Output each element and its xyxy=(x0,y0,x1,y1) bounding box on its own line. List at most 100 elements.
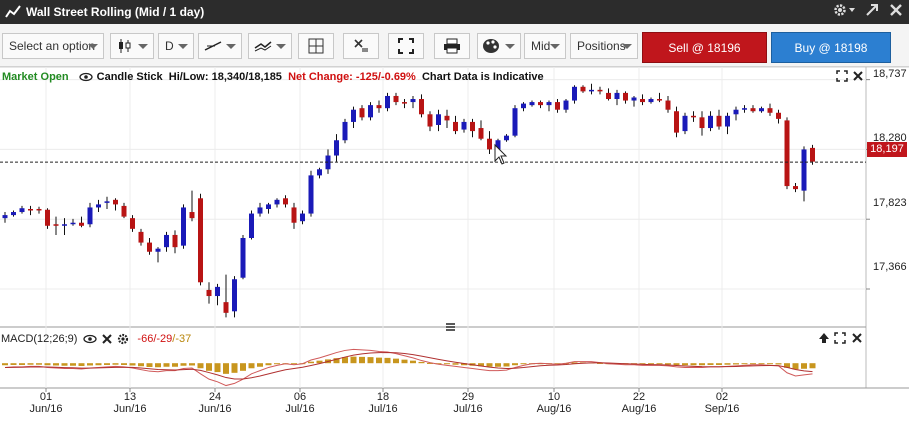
drawing-tools-select[interactable] xyxy=(198,33,242,59)
macd-histogram-bar xyxy=(724,363,731,365)
candle-down xyxy=(555,102,560,110)
macd-histogram-bar xyxy=(282,363,289,365)
candle-down xyxy=(79,222,84,226)
eye-icon[interactable] xyxy=(78,72,93,82)
candle-down xyxy=(716,115,722,127)
macd-histogram-bar xyxy=(112,363,119,365)
macd-info-bar: MACD(12;26;9) -66/-29/-37 xyxy=(1,333,192,345)
color-theme-select[interactable] xyxy=(477,33,521,59)
window-title-bar: Wall Street Rolling (Mid / 1 day) xyxy=(0,0,909,24)
macd-histogram-bar xyxy=(741,363,748,365)
macd-histogram-bar xyxy=(597,362,603,364)
pane-close-icon[interactable] xyxy=(851,332,863,344)
macd-histogram-bar xyxy=(359,356,365,364)
candle-up xyxy=(512,108,518,136)
interval-select[interactable]: D xyxy=(158,33,194,59)
settings-menu-button[interactable] xyxy=(833,3,855,17)
palette-icon xyxy=(483,39,499,53)
candle-up xyxy=(436,114,441,125)
price-type-select[interactable]: Mid xyxy=(524,33,566,59)
chevron-down-icon xyxy=(550,44,560,49)
macd-histogram-bar xyxy=(19,363,25,365)
macd-histogram-bar xyxy=(10,363,17,365)
candle-down xyxy=(28,208,33,211)
date-tick: 13 Jun/16 xyxy=(113,391,147,415)
remove-all-drawings-button[interactable] xyxy=(343,33,379,59)
candle-down xyxy=(767,108,773,113)
price-tick: 17,823 xyxy=(873,197,907,209)
macd-histogram-bar xyxy=(223,363,229,374)
candle-up xyxy=(368,105,373,118)
macd-histogram-bar xyxy=(53,363,59,366)
macd-histogram-bar xyxy=(274,363,280,365)
pane-expand-icon[interactable] xyxy=(836,70,848,82)
chart-type-select[interactable] xyxy=(110,33,154,59)
candle-up xyxy=(801,149,807,191)
candle-up xyxy=(2,215,8,219)
positions-select[interactable]: Positions xyxy=(570,33,638,59)
candle-up xyxy=(614,92,620,100)
date-tick: 29 Jul/16 xyxy=(453,391,483,415)
candle-up xyxy=(104,201,110,203)
candle-down xyxy=(189,212,195,219)
gear-icon[interactable] xyxy=(117,333,129,345)
candle-up xyxy=(232,279,237,312)
pane-expand-icon[interactable] xyxy=(834,332,846,344)
close-icon[interactable] xyxy=(101,333,113,345)
macd-histogram-bar xyxy=(155,363,161,368)
move-pane-up-icon[interactable] xyxy=(818,332,830,344)
macd-histogram-bar xyxy=(291,363,297,365)
candle-up xyxy=(631,97,637,101)
indicators-select[interactable] xyxy=(248,33,292,59)
macd-histogram-bar xyxy=(87,363,93,366)
print-button[interactable] xyxy=(434,33,470,59)
macd-histogram-bar xyxy=(529,363,535,365)
crosshair-button[interactable] xyxy=(298,33,334,59)
candle-up xyxy=(563,100,569,110)
macd-histogram-bar xyxy=(656,363,663,365)
macd-histogram-bar xyxy=(690,363,697,366)
macd-histogram-bar xyxy=(325,359,331,364)
fullscreen-button[interactable] xyxy=(388,33,424,59)
candle-down xyxy=(784,120,790,187)
macd-signal-line xyxy=(4,351,813,380)
macd-histogram-bar xyxy=(2,363,8,366)
candle-down xyxy=(283,198,288,205)
macd-histogram-bar xyxy=(444,363,450,365)
pane-resize-handle[interactable] xyxy=(446,323,455,331)
option-select[interactable]: Select an option xyxy=(2,33,104,59)
macd-histogram-bar xyxy=(435,363,442,365)
candle-up xyxy=(274,199,280,205)
macd-histogram-bar xyxy=(206,363,212,371)
close-icon[interactable] xyxy=(889,3,903,17)
macd-histogram-bar xyxy=(520,363,527,365)
macd-histogram-bar xyxy=(333,358,340,364)
macd-label: MACD(12;26;9) xyxy=(1,333,78,345)
candle-down xyxy=(45,209,50,226)
buy-button[interactable]: Buy @ 18198 xyxy=(771,32,891,63)
candle-down xyxy=(36,208,42,211)
macd-histogram-bar xyxy=(563,363,569,365)
candle-up xyxy=(164,234,169,248)
candlestick-icon xyxy=(119,39,131,53)
candle-up xyxy=(300,213,305,222)
macd-histogram-bar xyxy=(537,363,544,365)
macd-histogram-bar xyxy=(180,363,187,366)
macd-histogram-bar xyxy=(427,362,433,364)
undock-icon[interactable] xyxy=(865,3,879,17)
candle-up xyxy=(155,248,161,252)
macd-histogram-bar xyxy=(308,361,314,364)
candle-down xyxy=(750,108,756,112)
macd-histogram-bar xyxy=(580,362,586,364)
eye-icon[interactable] xyxy=(83,334,98,344)
gear-icon xyxy=(834,4,846,16)
candle-down xyxy=(427,114,433,127)
macd-histogram-bar xyxy=(665,363,671,365)
hilow-label: Hi/Low: xyxy=(168,71,209,83)
candle-down xyxy=(130,218,135,229)
pane-close-icon[interactable] xyxy=(852,70,864,82)
interval-label: D xyxy=(165,39,174,53)
candle-down xyxy=(402,102,407,104)
candle-down xyxy=(376,105,382,109)
sell-button[interactable]: Sell @ 18196 xyxy=(642,32,767,63)
